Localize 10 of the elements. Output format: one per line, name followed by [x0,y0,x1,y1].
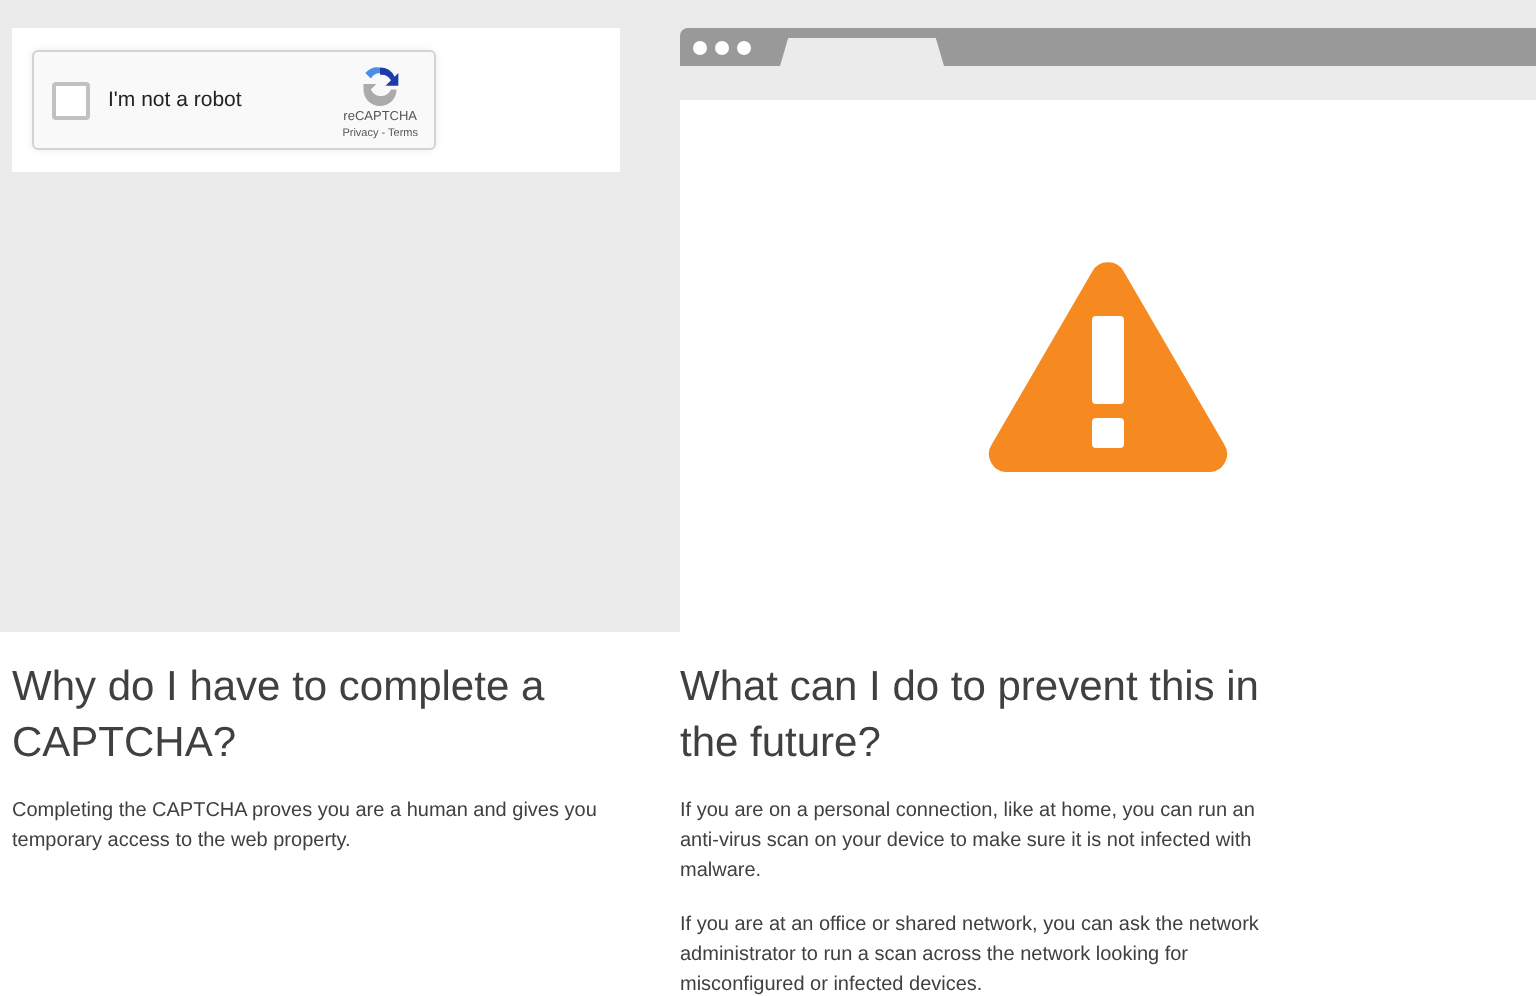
section-paragraph: Completing the CAPTCHA proves you are a human and gives you temporary access to the web property. [12,798,599,856]
captcha-label: I'm not a robot [108,88,244,112]
recaptcha-logo-icon [358,61,403,105]
section-paragraph: If you are at an office or shared network, you can ask the network administrator to run a scan across the network looking for misconfigured or infected devices. [680,912,1261,996]
warning-icon [988,260,1228,472]
window-dots-icon [692,39,752,55]
captcha-checkbox[interactable] [52,81,90,119]
section-paragraph: If you are on a personal connection, like at home, you can run an anti-virus scan on your device to make sure it is not infected with malware. [680,798,1257,886]
section-heading: What can I do to prevent this in the future? [680,662,1261,770]
section-heading: Why do I have to complete a CAPTCHA? [12,662,547,770]
